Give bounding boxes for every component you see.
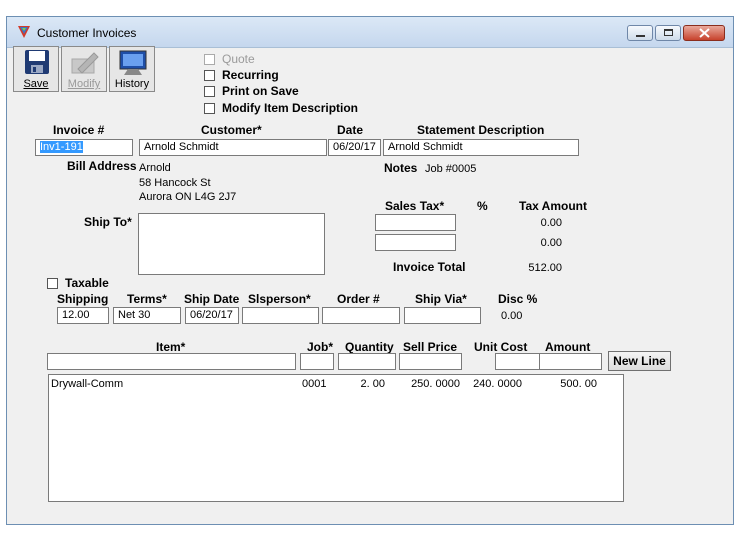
- slsperson-label: Slsperson*: [248, 292, 311, 306]
- amount-header: Amount: [545, 340, 591, 354]
- ship-date-label: Ship Date: [184, 292, 240, 306]
- minimize-icon: [636, 35, 645, 37]
- statement-description-input[interactable]: Arnold Schmidt: [383, 139, 579, 156]
- unit-cost-header: Unit Cost: [474, 340, 528, 354]
- print-on-save-checkbox[interactable]: [204, 86, 215, 97]
- new-line-button[interactable]: New Line: [608, 351, 671, 371]
- notes-label: Notes: [384, 161, 418, 175]
- shipping-input[interactable]: 12.00: [57, 307, 109, 324]
- tax-amount-label: Tax Amount: [519, 199, 587, 213]
- date-label: Date: [337, 123, 364, 137]
- history-button[interactable]: History: [109, 46, 155, 92]
- job-input[interactable]: [300, 353, 334, 370]
- tax-amount-1: 0.00: [540, 217, 562, 229]
- recurring-label: Recurring: [222, 68, 279, 82]
- bill-address-line-1: Arnold: [139, 162, 171, 174]
- item-header: Item*: [156, 340, 186, 354]
- app-icon: [18, 26, 30, 38]
- modify-item-description-label: Modify Item Description: [222, 101, 359, 115]
- sell-price-cell: 250. 0000: [411, 378, 460, 390]
- floppy-disk-icon: [25, 50, 49, 74]
- bill-address-line-2: 58 Hancock St: [139, 177, 211, 189]
- window-title: Customer Invoices: [37, 26, 137, 40]
- quote-checkbox[interactable]: [204, 54, 215, 65]
- close-icon: [699, 28, 710, 38]
- ship-via-input[interactable]: [404, 307, 481, 324]
- item-cell: Drywall-Comm: [51, 378, 124, 390]
- save-label: Save: [23, 78, 49, 90]
- invoice-total-value: 512.00: [528, 262, 562, 274]
- ship-to-textarea[interactable]: [138, 213, 325, 275]
- slsperson-input[interactable]: [242, 307, 319, 324]
- amount-cell: 500. 00: [560, 378, 597, 390]
- invoice-number-input[interactable]: Inv1-191: [35, 139, 133, 156]
- close-button[interactable]: [683, 25, 725, 41]
- title-bar: Customer Invoices: [7, 17, 733, 48]
- percent-label: %: [477, 199, 488, 213]
- sell-price-input[interactable]: [399, 353, 462, 370]
- bill-address-line-3: Aurora ON L4G 2J7: [139, 191, 237, 203]
- date-input[interactable]: 06/20/17: [328, 139, 381, 156]
- quantity-cell: 2. 00: [360, 378, 385, 390]
- amount-input[interactable]: [539, 353, 602, 370]
- taxable-label: Taxable: [65, 276, 109, 290]
- terms-input[interactable]: Net 30: [113, 307, 181, 324]
- quote-label: Quote: [222, 52, 255, 66]
- shipping-label: Shipping: [57, 292, 109, 306]
- customer-label: Customer*: [201, 123, 262, 137]
- terms-label: Terms*: [127, 292, 167, 306]
- ship-to-label: Ship To*: [84, 215, 132, 229]
- order-number-label: Order #: [337, 292, 380, 306]
- unit-cost-cell: 240. 0000: [473, 378, 522, 390]
- save-button[interactable]: Save: [13, 46, 59, 92]
- modify-label: Modify: [67, 78, 101, 90]
- monitor-icon: [119, 50, 147, 75]
- modify-item-description-checkbox[interactable]: [204, 103, 215, 114]
- item-input[interactable]: [47, 353, 296, 370]
- invoice-number-label: Invoice #: [53, 123, 105, 137]
- job-header: Job*: [307, 340, 334, 354]
- sell-price-header: Sell Price: [403, 340, 458, 354]
- taxable-checkbox[interactable]: [47, 278, 58, 289]
- sales-tax-label: Sales Tax*: [385, 199, 445, 213]
- customer-invoices-window: Customer Invoices Save Modify History Qu…: [6, 16, 734, 525]
- items-list[interactable]: Drywall-Comm 0001 2. 00 250. 0000 240. 0…: [48, 374, 624, 502]
- quantity-input[interactable]: [338, 353, 396, 370]
- ship-via-label: Ship Via*: [415, 292, 467, 306]
- order-number-input[interactable]: [322, 307, 400, 324]
- maximize-icon: [664, 29, 673, 36]
- pencil-paper-icon: [71, 52, 99, 74]
- disc-percent-label: Disc %: [498, 292, 538, 306]
- job-cell: 0001: [302, 378, 327, 390]
- notes-value: Job #0005: [425, 163, 477, 175]
- ship-date-input[interactable]: 06/20/17: [185, 307, 239, 324]
- tax-amount-2: 0.00: [540, 237, 562, 249]
- quantity-header: Quantity: [345, 340, 394, 354]
- minimize-button[interactable]: [627, 25, 653, 41]
- maximize-button[interactable]: [655, 25, 681, 41]
- bill-address-label: Bill Address: [67, 159, 137, 173]
- invoice-total-label: Invoice Total: [393, 260, 466, 274]
- print-on-save-label: Print on Save: [222, 84, 299, 98]
- history-label: History: [114, 78, 150, 90]
- modify-button[interactable]: Modify: [61, 46, 107, 92]
- statement-description-label: Statement Description: [417, 123, 545, 137]
- recurring-checkbox[interactable]: [204, 70, 215, 81]
- sales-tax-1-input[interactable]: [375, 214, 456, 231]
- customer-input[interactable]: Arnold Schmidt: [139, 139, 327, 156]
- table-row[interactable]: Drywall-Comm 0001 2. 00 250. 0000 240. 0…: [49, 375, 623, 391]
- sales-tax-2-input[interactable]: [375, 234, 456, 251]
- disc-percent-value: 0.00: [501, 310, 523, 322]
